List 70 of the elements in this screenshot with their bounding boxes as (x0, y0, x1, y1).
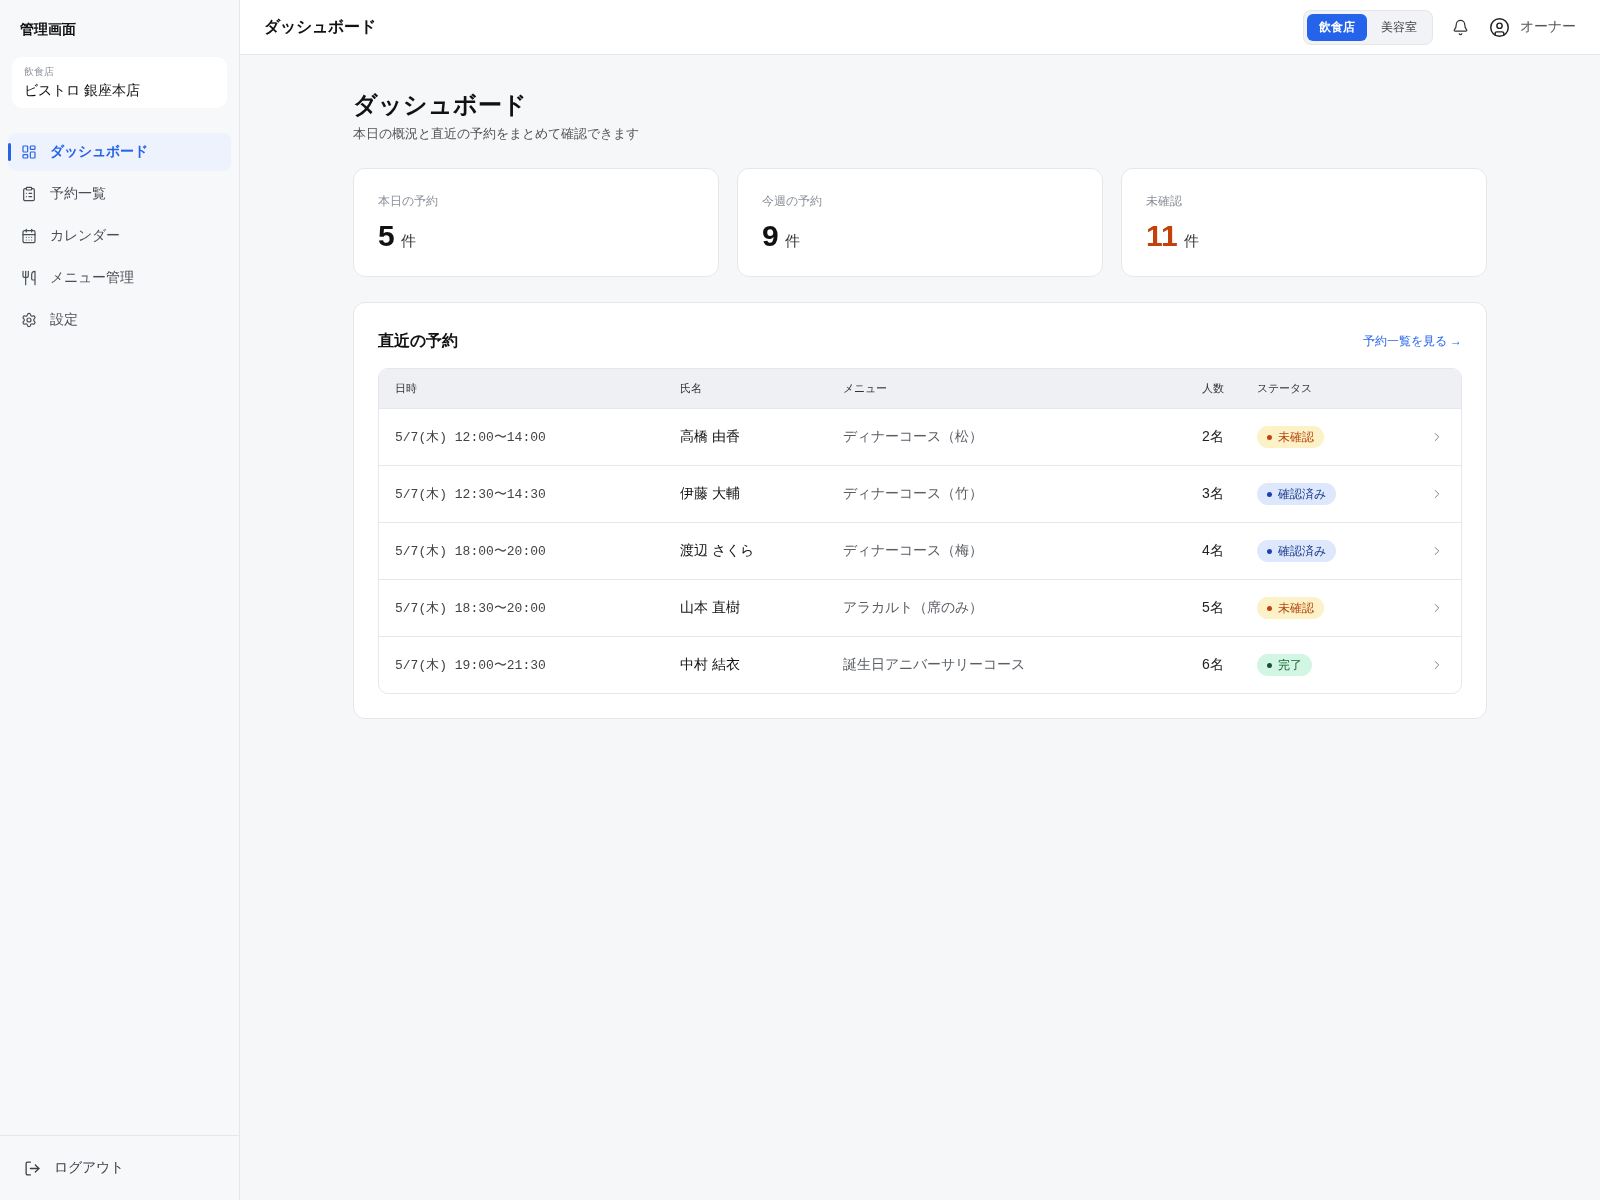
logout-button[interactable]: ログアウト (24, 1159, 124, 1177)
stat-unit: 件 (784, 232, 800, 251)
fork-knife-icon (21, 270, 37, 286)
datetime-cell-text: 5/7(木) 19:00〜21:30 (395, 657, 546, 674)
datetime-cell-text: 5/7(木) 12:30〜14:30 (395, 486, 546, 503)
menu-cell: ディナーコース（梅） (843, 542, 983, 560)
column-header: 氏名 (679, 381, 703, 396)
column-header: ステータス (1256, 381, 1313, 396)
menu-cell: ディナーコース（竹） (843, 485, 983, 503)
logout-icon (24, 1159, 41, 1177)
app-title: 管理画面 (19, 20, 77, 38)
clipboard-icon (21, 186, 37, 202)
status-label: 確認済み (1278, 542, 1326, 560)
status-dot-icon (1267, 434, 1272, 440)
stat-label: 今週の予約 (762, 193, 822, 209)
stat-label: 本日の予約 (378, 193, 438, 209)
sidebar-item[interactable]: 予約一覧 (8, 175, 231, 213)
datetime-cell-text: 5/7(木) 12:00〜14:00 (395, 429, 546, 446)
datetime-cell-text: 5/7(木) 18:30〜20:00 (395, 600, 546, 617)
party-size-cell: 2名 (1202, 428, 1224, 446)
toggle-option[interactable]: 飲食店 (1307, 13, 1367, 41)
store-type: 飲食店 (24, 65, 55, 78)
datetime-cell-text: 5/7(木) 18:00〜20:00 (395, 543, 546, 560)
column-header: 人数 (1201, 381, 1225, 396)
panel-title: 直近の予約 (378, 331, 458, 351)
settings-icon (21, 312, 37, 328)
stat-value: 9 (762, 218, 779, 254)
status-dot-icon (1267, 548, 1272, 554)
sidebar-item[interactable]: メニュー管理 (8, 259, 231, 297)
store-name: ビストロ 銀座本店 (24, 81, 141, 100)
menu-cell: ディナーコース（松） (843, 428, 983, 446)
customer-name-cell: 渡辺 さくら (680, 542, 754, 560)
status-dot-icon (1267, 662, 1272, 668)
party-size-cell: 5名 (1202, 599, 1224, 617)
user-icon (1489, 16, 1510, 38)
status-label: 未確認 (1278, 599, 1314, 617)
column-header: メニュー (842, 381, 888, 396)
grid-icon (21, 144, 37, 160)
status-dot-icon (1267, 605, 1272, 611)
party-size-cell: 6名 (1202, 656, 1224, 674)
toggle-option[interactable]: 美容室 (1369, 13, 1429, 41)
stat-unit: 件 (1183, 232, 1199, 251)
customer-name-cell: 中村 結衣 (680, 656, 740, 674)
page-subtitle: 本日の概況と直近の予約をまとめて確認できます (353, 125, 639, 143)
stat-value: 5 (378, 218, 395, 254)
customer-name-cell: 伊藤 大輔 (680, 485, 740, 503)
party-size-cell: 4名 (1202, 542, 1224, 560)
stat-unit: 件 (400, 232, 416, 251)
party-size-cell: 3名 (1202, 485, 1224, 503)
status-label: 未確認 (1278, 428, 1314, 446)
status-label: 確認済み (1278, 485, 1326, 503)
sidebar-item[interactable]: 設定 (8, 301, 231, 339)
sidebar-item[interactable]: カレンダー (8, 217, 231, 255)
user-menu[interactable]: オーナー (1489, 16, 1576, 38)
status-dot-icon (1267, 491, 1272, 497)
menu-cell: アラカルト（席のみ） (843, 599, 983, 617)
header-title: ダッシュボード (264, 16, 376, 37)
column-header: 日時 (394, 381, 418, 396)
customer-name-cell: 高橋 由香 (680, 428, 740, 446)
page-title: ダッシュボード (353, 90, 527, 120)
customer-name-cell: 山本 直樹 (680, 599, 740, 617)
stat-value: 11 (1146, 218, 1178, 254)
menu-cell: 誕生日アニバーサリーコース (843, 656, 1025, 674)
calendar-icon (21, 228, 37, 244)
sidebar-item[interactable]: ダッシュボード (8, 133, 231, 171)
stat-label: 未確認 (1146, 193, 1182, 209)
bell-icon (1452, 18, 1469, 36)
view-all-link[interactable]: 予約一覧を見る → (1362, 332, 1462, 350)
notification-button[interactable] (1452, 18, 1469, 36)
status-label: 完了 (1278, 656, 1302, 674)
